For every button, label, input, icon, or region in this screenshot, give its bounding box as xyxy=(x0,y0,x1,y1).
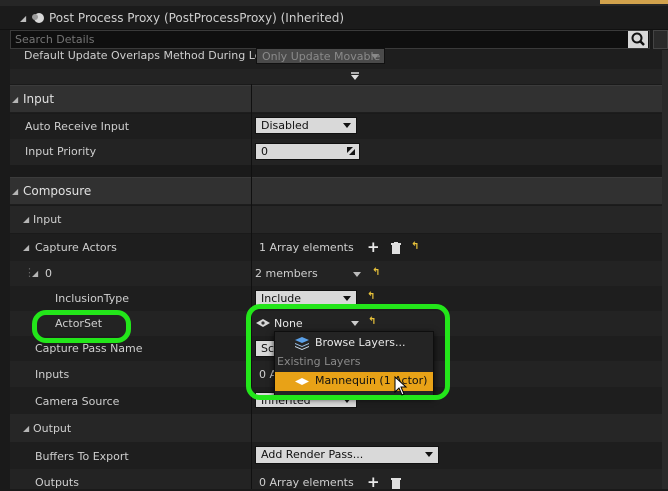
auto-receive-input-combo[interactable]: Disabled xyxy=(255,117,357,134)
details-title-bar: ◢ Post Process Proxy (PostProcessProxy) … xyxy=(0,6,668,30)
add-render-pass-combo[interactable]: Add Render Pass... xyxy=(255,446,439,464)
chevron-down-icon xyxy=(425,452,433,457)
search-bar xyxy=(10,30,650,49)
property-label: Default Update Overlaps Method During Le… xyxy=(24,49,275,62)
collapse-triangle-icon[interactable]: ◢ xyxy=(20,14,26,23)
chevron-down-icon xyxy=(353,272,361,277)
section-input[interactable]: ◢ Input xyxy=(10,85,662,113)
expand-triangle-icon: ◢ xyxy=(12,95,19,104)
expand-triangle-icon: ◢ xyxy=(23,215,30,224)
trash-icon[interactable] xyxy=(391,477,401,489)
reset-to-default-icon[interactable]: ↰ xyxy=(411,241,419,252)
expand-triangle-icon[interactable]: ◢ xyxy=(23,243,29,252)
view-options-button[interactable] xyxy=(653,30,668,49)
mouse-cursor-icon xyxy=(394,376,408,396)
highlight-actorset-dropdown xyxy=(246,304,450,400)
combo-value: Only Update Movable xyxy=(262,50,381,63)
property-row-capture-actors: ◢ Capture Actors 1 Array elements + ↰ xyxy=(10,234,662,261)
chevron-down-icon xyxy=(343,123,351,128)
property-label: Buffers To Export xyxy=(35,450,129,463)
highlight-actorset-label xyxy=(32,310,131,343)
reset-to-default-icon[interactable]: ↰ xyxy=(367,291,375,302)
property-row-auto-receive-input: Auto Receive Input Disabled xyxy=(10,114,662,139)
subsection-composure-input[interactable]: ◢ Input xyxy=(10,206,662,233)
scrollbar[interactable] xyxy=(662,50,668,489)
property-row-outputs: Outputs 0 Array elements + xyxy=(10,469,662,490)
subsection-label: Output xyxy=(33,422,72,435)
column-divider[interactable] xyxy=(251,84,252,489)
search-input[interactable] xyxy=(15,32,615,47)
section-label: Input xyxy=(23,92,55,106)
property-row-update-overlaps: Default Update Overlaps Method During Le… xyxy=(10,48,662,69)
combo-value: Disabled xyxy=(261,119,309,132)
search-button[interactable] xyxy=(628,31,648,48)
actor-title: Post Process Proxy (PostProcessProxy) (I… xyxy=(49,11,345,25)
member-count: 2 members xyxy=(255,267,318,280)
field-value: 0 xyxy=(261,145,268,158)
combo-value: Add Render Pass... xyxy=(261,448,364,461)
property-row-buffers-to-export: Buffers To Export Add Render Pass... xyxy=(10,442,662,469)
property-label: Auto Receive Input xyxy=(25,120,130,133)
chevron-down-icon xyxy=(371,54,379,59)
property-label: Outputs xyxy=(35,476,79,489)
property-label: Capture Actors xyxy=(35,241,117,254)
property-label: Inputs xyxy=(35,368,70,381)
array-count: 0 Array elements xyxy=(259,476,354,489)
subsection-output[interactable]: ◢ Output xyxy=(10,414,662,442)
reset-to-default-icon[interactable]: ↰ xyxy=(372,267,380,278)
input-priority-field[interactable]: 0 xyxy=(255,143,360,160)
add-element-button[interactable]: + xyxy=(367,475,380,490)
tab-accent xyxy=(600,0,668,4)
property-row-element-0: ⋮ ◢ 0 2 members ↰ xyxy=(10,261,662,286)
property-label: Input Priority xyxy=(25,145,97,158)
property-label: 0 xyxy=(45,267,52,280)
spin-arrows-icon xyxy=(347,147,355,155)
expand-triangle-icon: ◢ xyxy=(23,424,30,433)
expand-advanced-icon xyxy=(351,72,359,80)
chevron-down-icon xyxy=(343,296,351,301)
property-row-input-priority: Input Priority 0 xyxy=(10,139,662,165)
search-icon xyxy=(631,32,645,46)
post-process-volume-icon xyxy=(32,13,44,23)
expand-triangle-icon[interactable]: ◢ xyxy=(32,269,38,278)
update-overlaps-combo[interactable]: Only Update Movable xyxy=(256,48,385,64)
property-label: Camera Source xyxy=(35,395,120,408)
property-label: InclusionType xyxy=(55,292,130,305)
property-label: Capture Pass Name xyxy=(35,342,143,355)
trash-icon[interactable] xyxy=(391,242,401,254)
section-composure[interactable]: ◢ Composure xyxy=(10,177,662,205)
section-label: Composure xyxy=(23,184,92,198)
advanced-expander[interactable] xyxy=(10,69,662,84)
array-count: 1 Array elements xyxy=(259,241,354,254)
expand-triangle-icon: ◢ xyxy=(12,187,19,196)
add-element-button[interactable]: + xyxy=(367,240,380,255)
subsection-label: Input xyxy=(33,213,62,226)
